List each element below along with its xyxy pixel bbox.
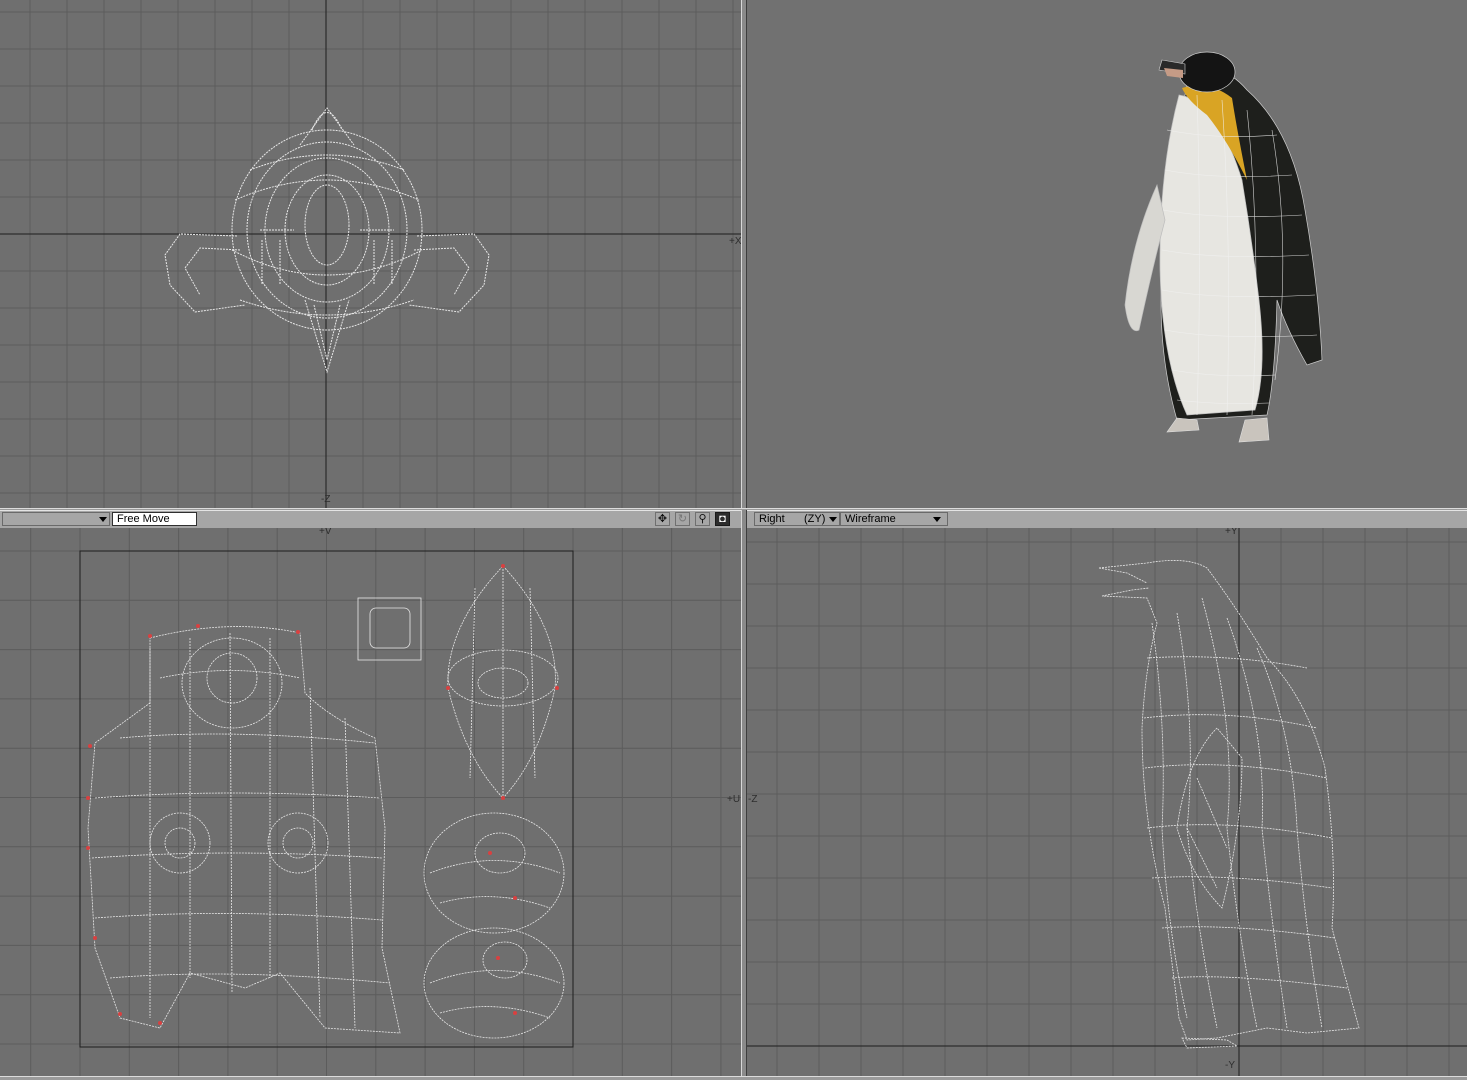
right-view-canvas[interactable] xyxy=(747,528,1467,1076)
axis-y-bottom-label: -Y xyxy=(1225,1060,1235,1071)
render-mode-dropdown[interactable]: Wireframe xyxy=(840,512,948,526)
viewport-perspective[interactable] xyxy=(747,0,1467,508)
grid xyxy=(0,0,741,508)
selected-uv-points xyxy=(86,564,559,1025)
uv-viewport-toolbar: Free Move ✥ ↻ ⚲ ◘ xyxy=(0,510,741,529)
chevron-down-icon xyxy=(99,517,107,522)
render-mode-label: Wireframe xyxy=(845,513,896,525)
zoom-icon[interactable]: ⚲ xyxy=(695,512,710,526)
axis-v-label: +V xyxy=(319,528,332,537)
viewport-uv[interactable]: +V +U xyxy=(0,528,741,1076)
tool-field[interactable]: Free Move xyxy=(112,512,197,526)
penguin-textured-model[interactable] xyxy=(1124,51,1323,443)
penguin-top-wireframe[interactable] xyxy=(164,107,490,374)
uv-canvas[interactable] xyxy=(0,528,741,1076)
chevron-down-icon xyxy=(933,517,941,522)
viewport-right[interactable]: -Z +Y -Y xyxy=(747,528,1467,1076)
top-view-canvas[interactable] xyxy=(0,0,741,508)
status-strip xyxy=(0,1076,1467,1080)
axis-u-label: +U xyxy=(727,794,741,805)
view-type-dropdown[interactable]: Right (ZY) xyxy=(754,512,840,526)
viewport-top[interactable]: +X -Z xyxy=(0,0,741,508)
chevron-down-icon xyxy=(829,517,837,522)
view-axes-label: (ZY) xyxy=(804,513,826,525)
maximize-icon[interactable]: ◘ xyxy=(715,512,730,526)
uv-mode-dropdown[interactable] xyxy=(2,512,110,526)
move-icon[interactable]: ✥ xyxy=(655,512,670,526)
penguin-side-wireframe[interactable] xyxy=(1098,560,1360,1049)
axis-z-label: -Z xyxy=(748,794,758,805)
perspective-canvas[interactable] xyxy=(747,0,1467,508)
rotate-icon[interactable]: ↻ xyxy=(675,512,690,526)
grid xyxy=(747,528,1467,1076)
axis-z-label: -Z xyxy=(321,494,331,505)
axis-y-top-label: +Y xyxy=(1225,528,1238,537)
axis-x-label: +X xyxy=(729,236,741,247)
vertical-divider-top[interactable] xyxy=(741,0,747,508)
right-viewport-toolbar: Right (ZY) Wireframe xyxy=(747,510,1467,529)
tool-label: Free Move xyxy=(117,513,170,525)
view-type-label: Right xyxy=(759,513,785,525)
